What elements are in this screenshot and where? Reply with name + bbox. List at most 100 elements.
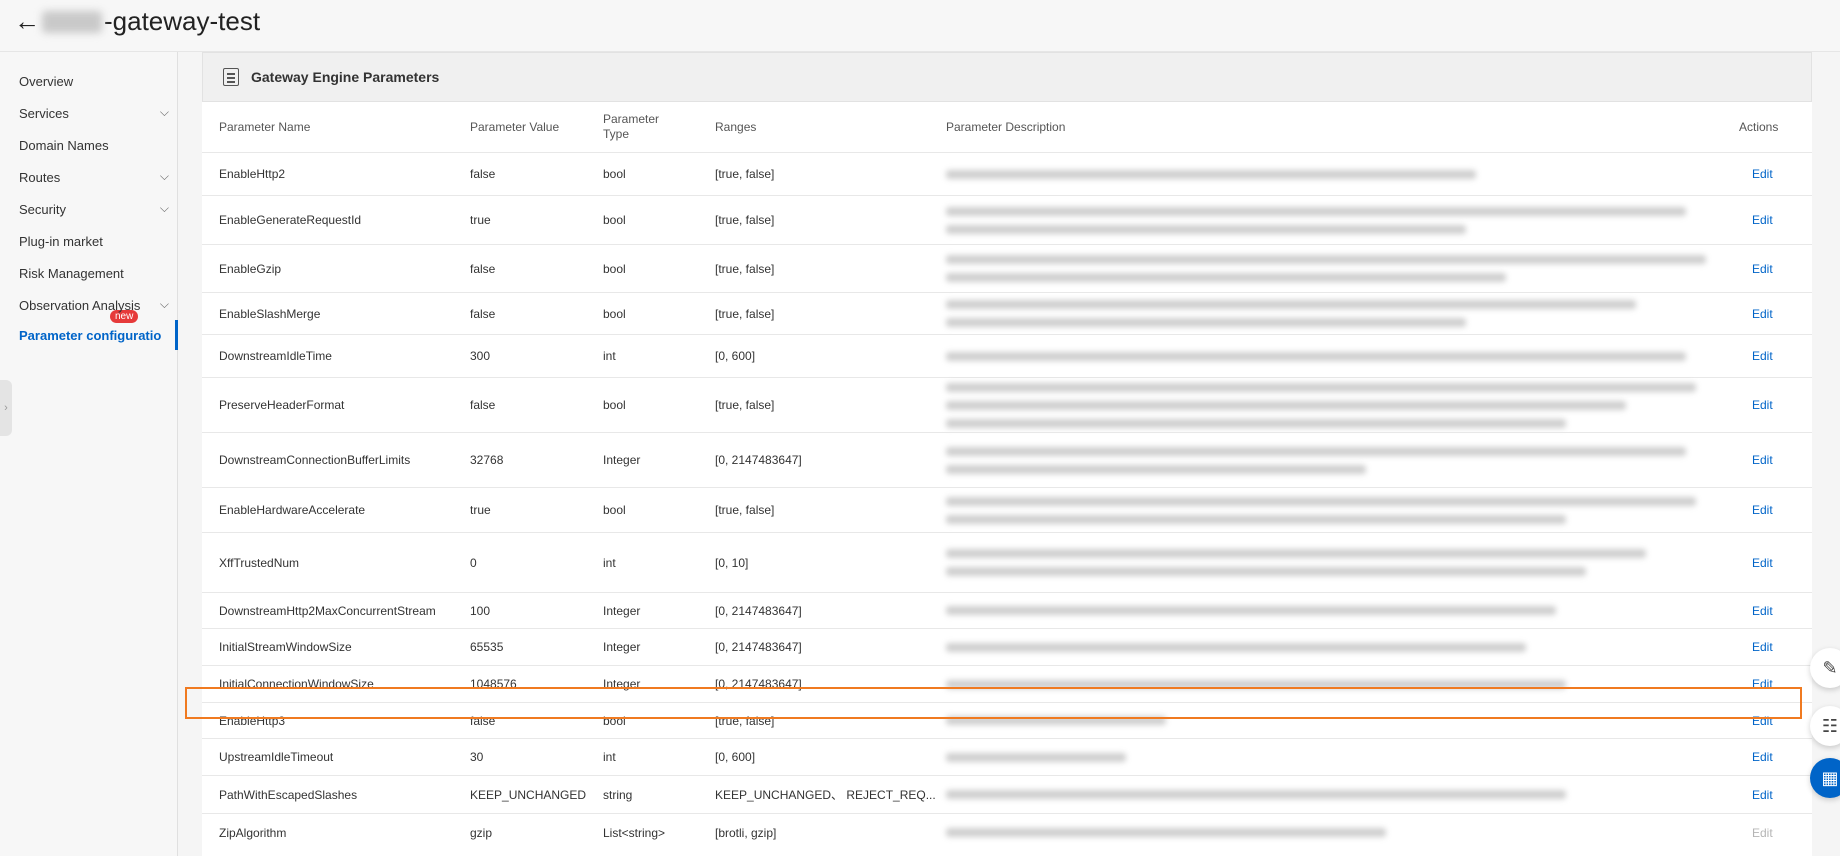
- sidebar-item-label: Domain Names: [19, 138, 109, 153]
- table-row: DownstreamIdleTime 300 int [0, 600] Edit: [202, 334, 1812, 377]
- sidebar-item-overview[interactable]: Overview: [19, 74, 169, 89]
- redacted-text: [946, 300, 1636, 309]
- column-header-actions: Actions: [1739, 119, 1779, 134]
- edit-button[interactable]: Edit: [1752, 488, 1773, 532]
- param-description-redacted: [946, 153, 1476, 195]
- param-type: bool: [603, 167, 626, 181]
- param-ranges: KEEP_UNCHANGED、 REJECT_REQ...: [715, 788, 936, 802]
- sidebar-item-observation-analysis[interactable]: Observation Analysis ⌵: [19, 297, 169, 313]
- sidebar: Overview Services ⌵ Domain Names Routes ⌵ …: [0, 52, 178, 856]
- active-indicator: [175, 320, 178, 350]
- param-value: 32768: [470, 453, 504, 467]
- param-name: ZipAlgorithm: [219, 825, 287, 840]
- param-ranges: [0, 10]: [715, 555, 749, 570]
- edit-button[interactable]: Edit: [1752, 433, 1773, 487]
- redacted-text: [946, 514, 1566, 524]
- param-type: Integer: [603, 603, 641, 618]
- pencil-icon[interactable]: ✎: [1810, 648, 1840, 688]
- table-row: DownstreamHttp2MaxConcurrentStream 100 Int…: [202, 592, 1812, 628]
- sidebar-collapse-toggle[interactable]: ›: [0, 380, 12, 436]
- redacted-text: [946, 567, 1586, 576]
- table-row: ZipAlgorithm gzip List<string> [brotli, gzi…: [202, 813, 1812, 851]
- param-value: true: [470, 213, 491, 227]
- sidebar-item-parameter-configuration[interactable]: Parameter configuratio: [19, 328, 169, 343]
- chat-icon[interactable]: ☷: [1810, 706, 1840, 746]
- redacted-text: [946, 255, 1706, 264]
- title-redacted: [42, 10, 102, 33]
- back-arrow-icon[interactable]: ←: [14, 6, 40, 37]
- sidebar-item-label: Risk Management: [19, 266, 124, 281]
- redacted-text: [946, 273, 1506, 282]
- redacted-text: [946, 790, 1566, 799]
- chevron-down-icon: ⌵: [159, 169, 169, 183]
- param-ranges: [true, false]: [715, 213, 775, 227]
- redacted-text: [946, 382, 1696, 392]
- param-ranges: [true, false]: [715, 503, 775, 517]
- edit-button[interactable]: Edit: [1752, 245, 1773, 292]
- redacted-text: [946, 446, 1686, 456]
- column-header-type-line1: Parameter: [603, 112, 660, 126]
- param-ranges: [brotli, gzip]: [715, 825, 777, 840]
- param-description-redacted: [946, 293, 1636, 334]
- param-name: EnableGenerateRequestId: [219, 213, 362, 227]
- chevron-down-icon: ⌵: [159, 201, 169, 215]
- table-row: EnableHardwareAccelerate true bool [true, f…: [202, 487, 1812, 532]
- table-row: EnableSlashMerge false bool [true, false] Ed…: [202, 292, 1812, 334]
- column-header-type-line2: Type: [603, 127, 630, 141]
- redacted-text: [946, 464, 1366, 474]
- column-header-description: Parameter Description: [946, 119, 1066, 134]
- sidebar-item-plugin-market[interactable]: Plug-in market: [19, 234, 169, 249]
- param-description-redacted: [946, 814, 1386, 851]
- sidebar-item-routes[interactable]: Routes ⌵: [19, 169, 169, 185]
- param-name: DownstreamHttp2MaxConcurrentStream: [219, 603, 436, 618]
- param-value: KEEP_UNCHANGED: [470, 787, 587, 802]
- edit-button[interactable]: Edit: [1752, 593, 1773, 628]
- document-icon: [223, 68, 239, 86]
- page-title-text: -gateway-test: [104, 6, 261, 36]
- edit-button[interactable]: Edit: [1752, 153, 1773, 195]
- param-ranges: [true, false]: [715, 398, 775, 412]
- column-header-name: Parameter Name: [219, 119, 311, 134]
- param-name: EnableSlashMerge: [219, 306, 321, 321]
- param-value: 0: [470, 555, 477, 570]
- sidebar-item-risk-management[interactable]: Risk Management: [19, 266, 169, 281]
- column-header-ranges: Ranges: [715, 119, 757, 134]
- edit-button[interactable]: Edit: [1752, 776, 1773, 813]
- param-name: XffTrustedNum: [219, 555, 300, 570]
- param-description-redacted: [946, 739, 1126, 775]
- table-row: EnableGenerateRequestId true bool [true, fa…: [202, 195, 1812, 244]
- table-row: EnableHttp2 false bool [true, false] Edit: [202, 152, 1812, 195]
- apps-icon[interactable]: ▦: [1810, 758, 1840, 798]
- table-row: EnableGzip false bool [true, false] Edit: [202, 244, 1812, 292]
- param-type: string: [603, 787, 633, 802]
- edit-button[interactable]: Edit: [1752, 196, 1773, 244]
- param-ranges: [0, 2147483647]: [715, 453, 802, 467]
- edit-button[interactable]: Edit: [1752, 335, 1773, 377]
- sidebar-item-domain-names[interactable]: Domain Names: [19, 138, 169, 153]
- table-row: PreserveHeaderFormat false bool [true, fals…: [202, 377, 1812, 432]
- table-row: PathWithEscapedSlashes KEEP_UNCHANGED stri…: [202, 775, 1812, 813]
- param-name: DownstreamIdleTime: [219, 349, 332, 363]
- edit-button[interactable]: Edit: [1752, 629, 1773, 665]
- top-bar: ← -gateway-test: [0, 0, 1840, 52]
- param-value: true: [470, 503, 491, 517]
- sidebar-item-services[interactable]: Services ⌵: [19, 105, 169, 121]
- edit-button[interactable]: Edit: [1752, 378, 1773, 432]
- param-description-redacted: [946, 776, 1566, 813]
- param-value: 65535: [470, 640, 504, 654]
- chevron-right-icon: ›: [4, 402, 8, 414]
- table-row: DownstreamConnectionBufferLimits 32768 Int…: [202, 432, 1812, 487]
- sidebar-item-security[interactable]: Security ⌵: [19, 201, 169, 217]
- edit-button[interactable]: Edit: [1752, 739, 1773, 775]
- param-description-redacted: [946, 245, 1706, 292]
- param-name: EnableHttp2: [219, 167, 286, 181]
- param-name: DownstreamConnectionBufferLimits: [219, 453, 411, 467]
- edit-button[interactable]: Edit: [1752, 533, 1773, 592]
- param-ranges: [0, 2147483647]: [715, 640, 802, 654]
- param-value: false: [470, 167, 496, 181]
- redacted-text: [946, 169, 1476, 179]
- param-description-redacted: [946, 335, 1686, 377]
- edit-button[interactable]: Edit: [1752, 293, 1773, 334]
- param-ranges: [0, 600]: [715, 349, 756, 363]
- param-name: PreserveHeaderFormat: [219, 398, 345, 412]
